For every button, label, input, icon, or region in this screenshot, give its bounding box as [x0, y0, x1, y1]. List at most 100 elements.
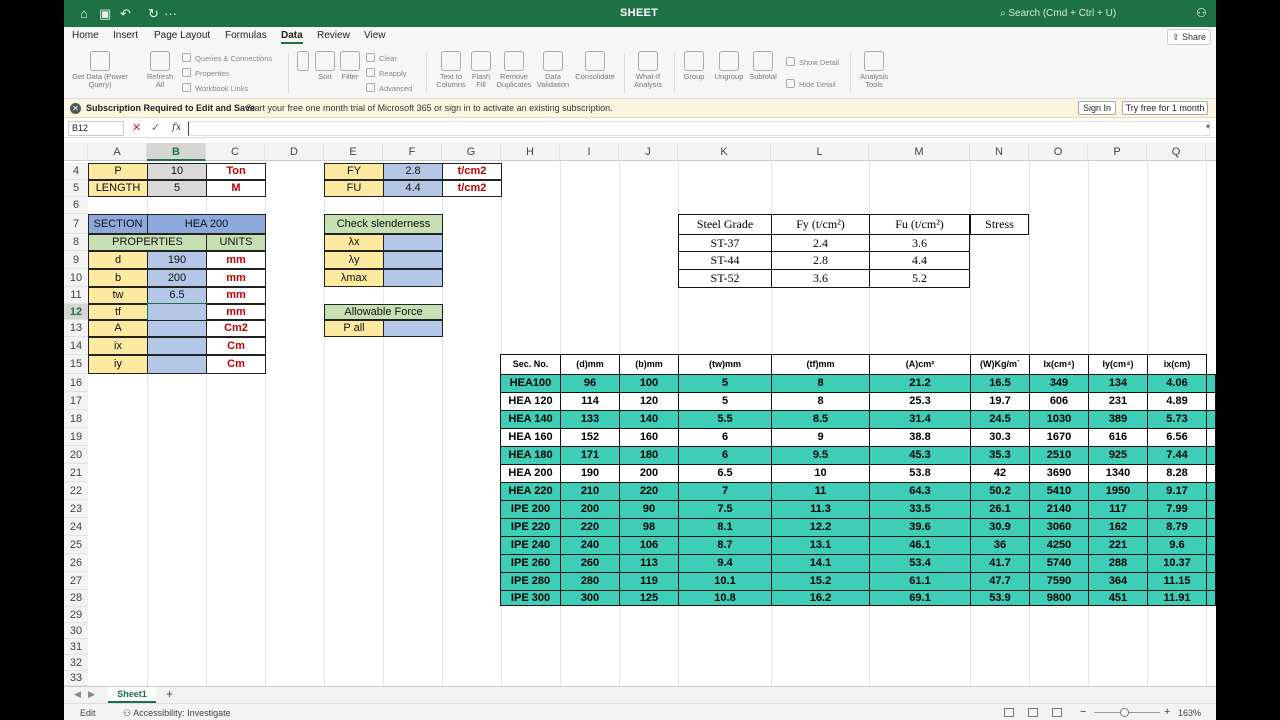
sections-cell[interactable]: 451: [1088, 590, 1148, 606]
zoom-out-icon[interactable]: −: [1080, 706, 1086, 718]
sections-header-cell[interactable]: (d)mm: [560, 354, 620, 375]
sections-header-cell[interactable]: (tf)mm: [771, 354, 870, 375]
row-header[interactable]: 8: [64, 234, 88, 251]
sections-cell[interactable]: 31.4: [869, 410, 971, 429]
sections-cell[interactable]: 210: [560, 482, 620, 501]
sections-cell[interactable]: 35.3: [970, 446, 1030, 465]
sections-cell[interactable]: 280: [560, 572, 620, 591]
cell-slenderness-header[interactable]: Check slenderness: [324, 214, 443, 234]
text-to-columns-button[interactable]: Text to Columns: [432, 51, 470, 89]
sections-cell[interactable]: 98: [619, 518, 679, 537]
sections-cell[interactable]: IPE 300: [500, 590, 561, 606]
cell-length-value[interactable]: 5: [147, 180, 207, 197]
sections-cell[interactable]: 9.17: [1147, 482, 1207, 501]
cell-lambda-x-label[interactable]: λx: [324, 234, 384, 251]
column-header[interactable]: Q: [1147, 143, 1206, 161]
sections-cell-clipped[interactable]: [1206, 536, 1216, 555]
sections-header-cell[interactable]: Sec. No.: [500, 354, 561, 375]
remove-duplicates-button[interactable]: Remove Duplicates: [495, 51, 533, 89]
column-header[interactable]: E: [324, 143, 383, 161]
sections-cell[interactable]: 117: [1088, 500, 1148, 519]
sections-cell[interactable]: 8.7: [678, 536, 772, 555]
row-header[interactable]: 12: [64, 304, 88, 320]
sections-cell[interactable]: 10: [771, 464, 870, 483]
sections-cell[interactable]: 10.8: [678, 590, 772, 606]
sections-cell-clipped[interactable]: [1206, 482, 1216, 501]
sections-cell[interactable]: 10.37: [1147, 554, 1207, 573]
consolidate-button[interactable]: Consolidate: [572, 51, 618, 81]
steel-grade-cell[interactable]: 4.4: [869, 251, 970, 270]
sections-header-cell[interactable]: (A)cm²: [869, 354, 971, 375]
tab-view[interactable]: View: [364, 30, 386, 41]
row-header[interactable]: 31: [64, 639, 88, 655]
cell-prop-unit[interactable]: Cm: [206, 355, 266, 374]
sections-cell[interactable]: 96: [560, 374, 620, 393]
sections-cell[interactable]: 5.5: [678, 410, 772, 429]
sections-cell[interactable]: 5: [678, 374, 772, 393]
cell-prop-name[interactable]: iy: [88, 355, 148, 374]
cell-lambda-x-value[interactable]: [383, 234, 443, 251]
sections-cell-clipped[interactable]: [1206, 500, 1216, 519]
column-header[interactable]: F: [383, 143, 442, 161]
sections-cell[interactable]: 50.2: [970, 482, 1030, 501]
sections-cell-clipped[interactable]: [1206, 392, 1216, 411]
cell-p-label[interactable]: P: [88, 163, 148, 180]
sections-cell[interactable]: 190: [560, 464, 620, 483]
sections-cell[interactable]: 90: [619, 500, 679, 519]
cell-prop-unit[interactable]: mm: [206, 287, 266, 304]
sections-cell[interactable]: 220: [619, 482, 679, 501]
sections-cell[interactable]: 120: [619, 392, 679, 411]
sections-cell[interactable]: IPE 200: [500, 500, 561, 519]
row-header[interactable]: 17: [64, 392, 88, 410]
sections-cell[interactable]: 53.9: [970, 590, 1030, 606]
data-validation-button[interactable]: Data Validation: [534, 51, 572, 89]
sections-cell[interactable]: 10.1: [678, 572, 772, 591]
sections-cell[interactable]: HEA 160: [500, 428, 561, 447]
sort-button[interactable]: Sort: [314, 51, 336, 81]
sections-cell[interactable]: 11.91: [1147, 590, 1207, 606]
cell-prop-value[interactable]: [147, 337, 207, 355]
sections-cell[interactable]: 9.4: [678, 554, 772, 573]
cell-prop-name[interactable]: tf: [88, 304, 148, 320]
queries-connections-button[interactable]: Queries & Connections: [182, 53, 272, 63]
cell-properties-header[interactable]: PROPERTIES: [88, 234, 207, 251]
row-header[interactable]: 32: [64, 655, 88, 671]
sections-cell[interactable]: 64.3: [869, 482, 971, 501]
steel-grade-cell[interactable]: 3.6: [771, 269, 870, 288]
column-header[interactable]: C: [206, 143, 265, 161]
cell-prop-value[interactable]: 200: [147, 269, 207, 287]
home-icon[interactable]: ⌂: [80, 6, 88, 21]
sections-cell[interactable]: 25.3: [869, 392, 971, 411]
sections-cell[interactable]: 3690: [1029, 464, 1089, 483]
steel-grade-header[interactable]: Fu (t/cm²): [869, 214, 970, 235]
sections-cell[interactable]: 19.7: [970, 392, 1030, 411]
cell-fy-unit[interactable]: t/cm2: [442, 163, 502, 180]
active-cell-b12[interactable]: [147, 303, 207, 321]
accessibility-status[interactable]: ⚇ Accessibility: Investigate: [123, 708, 231, 719]
sections-cell[interactable]: 8.1: [678, 518, 772, 537]
cell-prop-name[interactable]: tw: [88, 287, 148, 304]
account-icon[interactable]: ⚇: [1196, 6, 1207, 20]
filter-button[interactable]: Filter: [338, 51, 362, 81]
sections-cell[interactable]: 4250: [1029, 536, 1089, 555]
sections-cell[interactable]: 26.1: [970, 500, 1030, 519]
cell-prop-value[interactable]: [147, 320, 207, 337]
cell-prop-unit[interactable]: mm: [206, 251, 266, 269]
row-header[interactable]: 18: [64, 410, 88, 428]
confirm-icon[interactable]: ✓: [151, 121, 160, 134]
sections-cell[interactable]: 3060: [1029, 518, 1089, 537]
cell-prop-name[interactable]: ix: [88, 337, 148, 355]
sections-cell[interactable]: 6: [678, 446, 772, 465]
tab-insert[interactable]: Insert: [113, 30, 138, 41]
undo-icon[interactable]: ↶: [120, 6, 131, 22]
cell-lambda-y-label[interactable]: λy: [324, 251, 384, 269]
tab-formulas[interactable]: Formulas: [225, 30, 267, 41]
row-header[interactable]: 5: [64, 180, 88, 197]
close-icon[interactable]: ✕: [70, 103, 81, 114]
cell-fu-unit[interactable]: t/cm2: [442, 180, 502, 197]
row-header[interactable]: 26: [64, 554, 88, 572]
sections-cell-clipped[interactable]: [1206, 374, 1216, 393]
row-header[interactable]: 33: [64, 671, 88, 686]
sections-cell[interactable]: 616: [1088, 428, 1148, 447]
sections-cell[interactable]: 925: [1088, 446, 1148, 465]
